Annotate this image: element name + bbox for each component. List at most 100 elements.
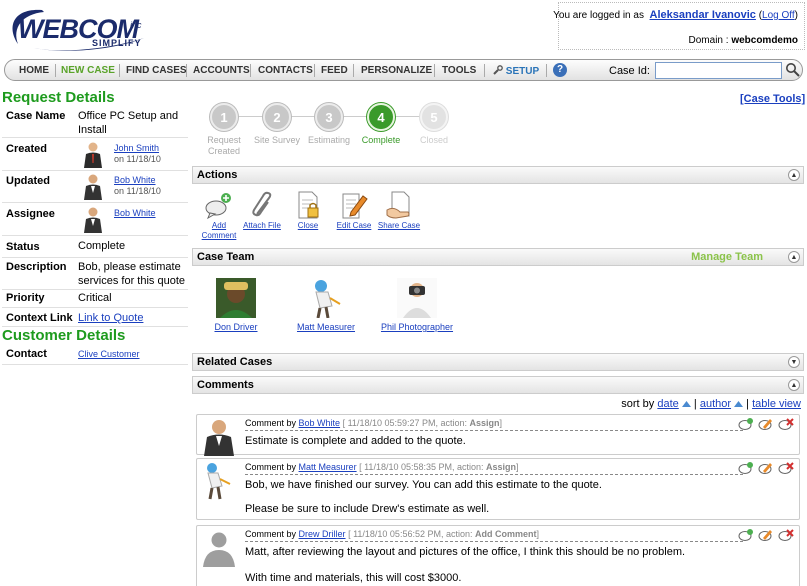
updated-by-link[interactable]: Bob White: [114, 175, 156, 185]
nav-separator: [186, 64, 187, 77]
comment-author-link[interactable]: Matt Measurer: [299, 462, 357, 472]
assignee-label: Assignee: [6, 208, 55, 220]
priority-row: Priority Critical: [2, 290, 188, 308]
search-icon[interactable]: [785, 62, 801, 78]
collapse-icon[interactable]: ▲: [788, 251, 800, 263]
edit-case-label: Edit Case: [336, 221, 372, 230]
team-member-don-driver[interactable]: Don Driver: [206, 278, 266, 332]
attach-file-action[interactable]: Attach File: [237, 190, 287, 231]
team-member-matt-measurer[interactable]: Matt Measurer: [293, 278, 359, 332]
expand-icon[interactable]: ▼: [788, 356, 800, 368]
webcom-logo[interactable]: WEBCOM inc SIMPLIFY: [4, 4, 154, 52]
sort-asc-icon[interactable]: [734, 400, 744, 407]
updated-on: on 11/18/10: [114, 186, 161, 196]
case-id-input[interactable]: [655, 62, 782, 79]
user-name-link[interactable]: Aleksandar Ivanovic: [650, 9, 756, 21]
nav-new-case[interactable]: NEW CASE: [61, 65, 115, 76]
comments-title: Comments: [197, 379, 254, 391]
step-4-circle: 4: [367, 103, 395, 131]
sort-separator: |: [693, 398, 697, 410]
nav-personalize[interactable]: PERSONALIZE: [361, 65, 432, 76]
share-case-label: Share Case: [377, 221, 421, 230]
help-icon[interactable]: ?: [553, 63, 567, 77]
updated-label: Updated: [6, 175, 50, 187]
customer-details-title: Customer Details: [2, 327, 126, 344]
manage-team-link[interactable]: Manage Team: [691, 251, 763, 263]
case-name-label: Case Name: [6, 110, 66, 122]
collapse-icon[interactable]: ▲: [788, 379, 800, 391]
matt-measurer-link: Matt Measurer: [296, 322, 356, 332]
sort-by-author-link[interactable]: author: [700, 398, 731, 410]
nav-tools[interactable]: TOOLS: [442, 65, 476, 76]
wrench-icon: [493, 65, 503, 75]
comment-header: Comment by Drew Driller [ 11/18/10 05:56…: [245, 529, 743, 542]
comment-action: Add Comment: [474, 529, 537, 539]
status-value: Complete: [78, 240, 126, 252]
actions-title: Actions: [197, 169, 238, 181]
sort-separator: |: [746, 398, 750, 410]
user-info-box: You are logged in as Aleksandar Ivanovic…: [553, 2, 805, 50]
comment-author-link[interactable]: Drew Driller: [299, 529, 346, 539]
priority-value: Critical: [78, 292, 112, 304]
actions-bar[interactable]: Actions ▲: [192, 166, 804, 184]
sort-by-date-link[interactable]: date: [657, 398, 678, 410]
assignee-link[interactable]: Bob White: [114, 208, 156, 218]
sort-asc-icon[interactable]: [681, 400, 691, 407]
nav-accounts[interactable]: ACCOUNTS: [193, 65, 250, 76]
share-case-icon: [386, 191, 410, 219]
comment-actions-icons[interactable]: [737, 417, 795, 431]
context-link[interactable]: Link to Quote: [78, 311, 143, 325]
contact-link[interactable]: Clive Customer: [78, 347, 140, 361]
nav-separator: [314, 64, 315, 77]
case-tools-link[interactable]: [Case Tools]: [740, 93, 805, 105]
created-by-link[interactable]: John Smith: [114, 143, 159, 153]
nav-home[interactable]: HOME: [19, 65, 49, 76]
don-driver-photo: [216, 278, 256, 318]
nav-contacts[interactable]: CONTACTS: [258, 65, 313, 76]
contact-label: Contact: [6, 348, 47, 360]
default-user-avatar-icon: [203, 532, 235, 567]
comments-bar[interactable]: Comments ▲: [192, 376, 804, 394]
team-member-phil-photographer[interactable]: Phil Photographer: [379, 278, 455, 332]
table-view-link[interactable]: table view: [752, 398, 801, 410]
status-row: Status Complete: [2, 236, 188, 258]
matt-measurer-photo: [315, 280, 341, 318]
edit-case-icon: [342, 193, 368, 219]
collapse-icon[interactable]: ▲: [788, 169, 800, 181]
step-5-circle: 5: [420, 103, 448, 131]
close-action[interactable]: Close: [283, 190, 333, 231]
comment-actions-icons[interactable]: [737, 528, 795, 542]
nav-setup[interactable]: SETUP: [493, 65, 539, 77]
nav-separator: [353, 64, 354, 77]
comment-actions-icons[interactable]: [737, 461, 795, 475]
context-link-label: Context Link: [6, 312, 73, 324]
phil-photographer-photo: [397, 278, 437, 318]
sort-prefix: sort by: [621, 398, 655, 410]
created-label: Created: [6, 143, 47, 155]
step-3-label: Estimating: [307, 135, 351, 145]
close-label: Close: [297, 221, 319, 230]
logoff-link[interactable]: Log Off: [762, 10, 795, 21]
nav-find-cases[interactable]: FIND CASES: [126, 65, 187, 76]
assignee-avatar-icon: [84, 207, 102, 233]
comment-meta-end: ]: [516, 462, 519, 472]
related-cases-bar[interactable]: Related Cases ▼: [192, 353, 804, 371]
share-case-action[interactable]: Share Case: [374, 190, 424, 231]
request-details-title: Request Details: [2, 89, 115, 106]
case-name-value: Office PC Setup and Install: [78, 110, 179, 136]
step-2-label: Site Survey: [253, 135, 301, 145]
case-team-bar[interactable]: Case Team Manage Team ▲: [192, 248, 804, 266]
context-link-row: Context Link Link to Quote: [2, 308, 188, 327]
bob-white-avatar-icon: [84, 174, 102, 200]
comment-by: Comment by: [245, 418, 297, 428]
nav-feed[interactable]: FEED: [321, 65, 348, 76]
step-1-label: Request Created: [207, 135, 241, 156]
comment-text: Please be sure to include Drew's estimat…: [245, 503, 490, 515]
comment-meta: [ 11/18/10 05:59:27 PM, action: Assign]: [343, 418, 502, 428]
comment-author-link[interactable]: Bob White: [299, 418, 341, 428]
comment-action: Assign: [469, 418, 500, 428]
edit-case-action[interactable]: Edit Case: [329, 190, 379, 231]
logged-in-line: You are logged in as Aleksandar Ivanovic…: [553, 9, 798, 21]
case-name-row: Case Name Office PC Setup and Install: [2, 106, 188, 138]
comment-meta: [ 11/18/10 05:58:35 PM, action: Assign]: [359, 462, 518, 472]
